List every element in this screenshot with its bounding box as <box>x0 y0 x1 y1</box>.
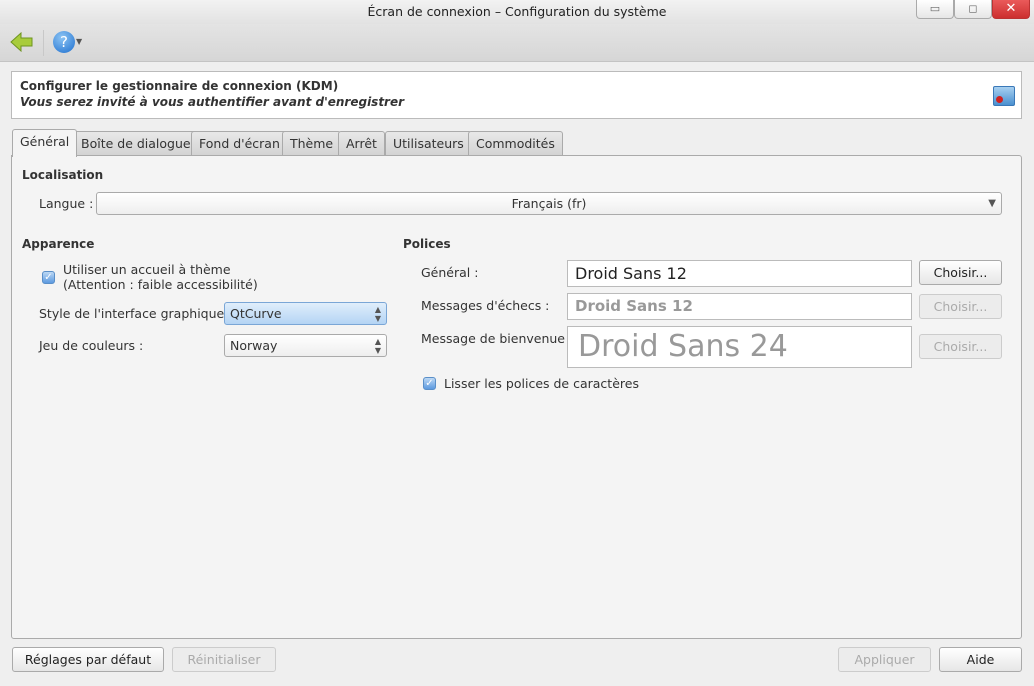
close-button[interactable]: ✕ <box>992 0 1030 19</box>
help-icon: ? <box>53 31 75 53</box>
kdm-login-icon <box>993 86 1015 106</box>
themed-greeter-checkbox[interactable]: ✓ <box>42 271 55 284</box>
apparence-heading: Apparence <box>22 237 95 251</box>
style-label: Style de l'interface graphique : <box>39 306 233 321</box>
bienvenue-font-label: Message de bienvenue : <box>421 331 574 346</box>
back-arrow-icon <box>10 31 33 53</box>
chevron-down-icon: ▼ <box>76 37 83 46</box>
choose-bienvenue-font-button[interactable]: Choisir... <box>919 334 1002 359</box>
dropdown-arrow-icon: ▼ <box>988 198 996 209</box>
tab-boite-de-dialogue[interactable]: Boîte de dialogue <box>73 131 199 156</box>
tab-commodites[interactable]: Commodités <box>468 131 563 156</box>
maximize-icon: ◻ <box>968 2 978 15</box>
spinner-arrows-icon: ▲ ▼ <box>374 305 381 323</box>
echecs-font-label: Messages d'échecs : <box>421 298 550 313</box>
module-title: Configurer le gestionnaire de connexion … <box>20 79 339 93</box>
general-font-label: Général : <box>421 265 479 280</box>
tab-general[interactable]: Général <box>12 129 78 157</box>
colors-value: Norway <box>230 338 278 353</box>
colors-label: Jeu de couleurs : <box>39 338 144 353</box>
module-header: Configurer le gestionnaire de connexion … <box>11 71 1022 119</box>
bienvenue-font-field: Droid Sans 24 <box>567 326 912 368</box>
defaults-button[interactable]: Réglages par défaut <box>12 647 164 672</box>
choose-echecs-font-button[interactable]: Choisir... <box>919 294 1002 319</box>
spinner-arrows-icon: ▲ ▼ <box>374 337 381 355</box>
toolbar: ? ▼ <box>0 24 1034 62</box>
minimize-icon: ▭ <box>929 2 941 15</box>
smooth-fonts-checkbox[interactable]: ✓ <box>423 377 436 390</box>
reset-button[interactable]: Réinitialiser <box>172 647 276 672</box>
themed-greeter-note: (Attention : faible accessibilité) <box>63 277 258 292</box>
tab-arret[interactable]: Arrêt <box>338 131 385 156</box>
window-title: Écran de connexion – Configuration du sy… <box>367 4 667 19</box>
smooth-fonts-label: Lisser les polices de caractères <box>444 376 639 391</box>
close-icon: ✕ <box>1005 1 1017 16</box>
langue-value: Français (fr) <box>511 196 587 211</box>
echecs-font-field: Droid Sans 12 <box>567 293 912 320</box>
back-button[interactable] <box>10 31 34 53</box>
general-font-field: Droid Sans 12 <box>567 260 912 287</box>
polices-heading: Polices <box>403 237 451 251</box>
themed-greeter-label: Utiliser un accueil à thème <box>63 262 231 277</box>
colors-select[interactable]: Norway ▲ ▼ <box>224 334 387 357</box>
langue-label: Langue : <box>39 196 94 211</box>
maximize-button[interactable]: ◻ <box>954 0 992 19</box>
apply-button[interactable]: Appliquer <box>838 647 931 672</box>
localisation-heading: Localisation <box>22 168 104 182</box>
help-menu-button[interactable]: ? ▼ <box>53 30 87 54</box>
toolbar-separator <box>43 30 44 56</box>
tab-theme[interactable]: Thème <box>282 131 342 156</box>
style-value: QtCurve <box>230 306 282 321</box>
tab-utilisateurs[interactable]: Utilisateurs <box>385 131 472 156</box>
tab-fond-ecran[interactable]: Fond d'écran <box>191 131 288 156</box>
help-button[interactable]: Aide <box>939 647 1022 672</box>
title-bar: Écran de connexion – Configuration du sy… <box>0 0 1034 24</box>
langue-select[interactable]: Français (fr) ▼ <box>96 192 1002 215</box>
minimize-button[interactable]: ▭ <box>916 0 954 19</box>
general-tab-panel <box>11 155 1022 639</box>
module-subtitle: Vous serez invité à vous authentifier av… <box>20 95 405 109</box>
choose-general-font-button[interactable]: Choisir... <box>919 260 1002 285</box>
style-select[interactable]: QtCurve ▲ ▼ <box>224 302 387 325</box>
